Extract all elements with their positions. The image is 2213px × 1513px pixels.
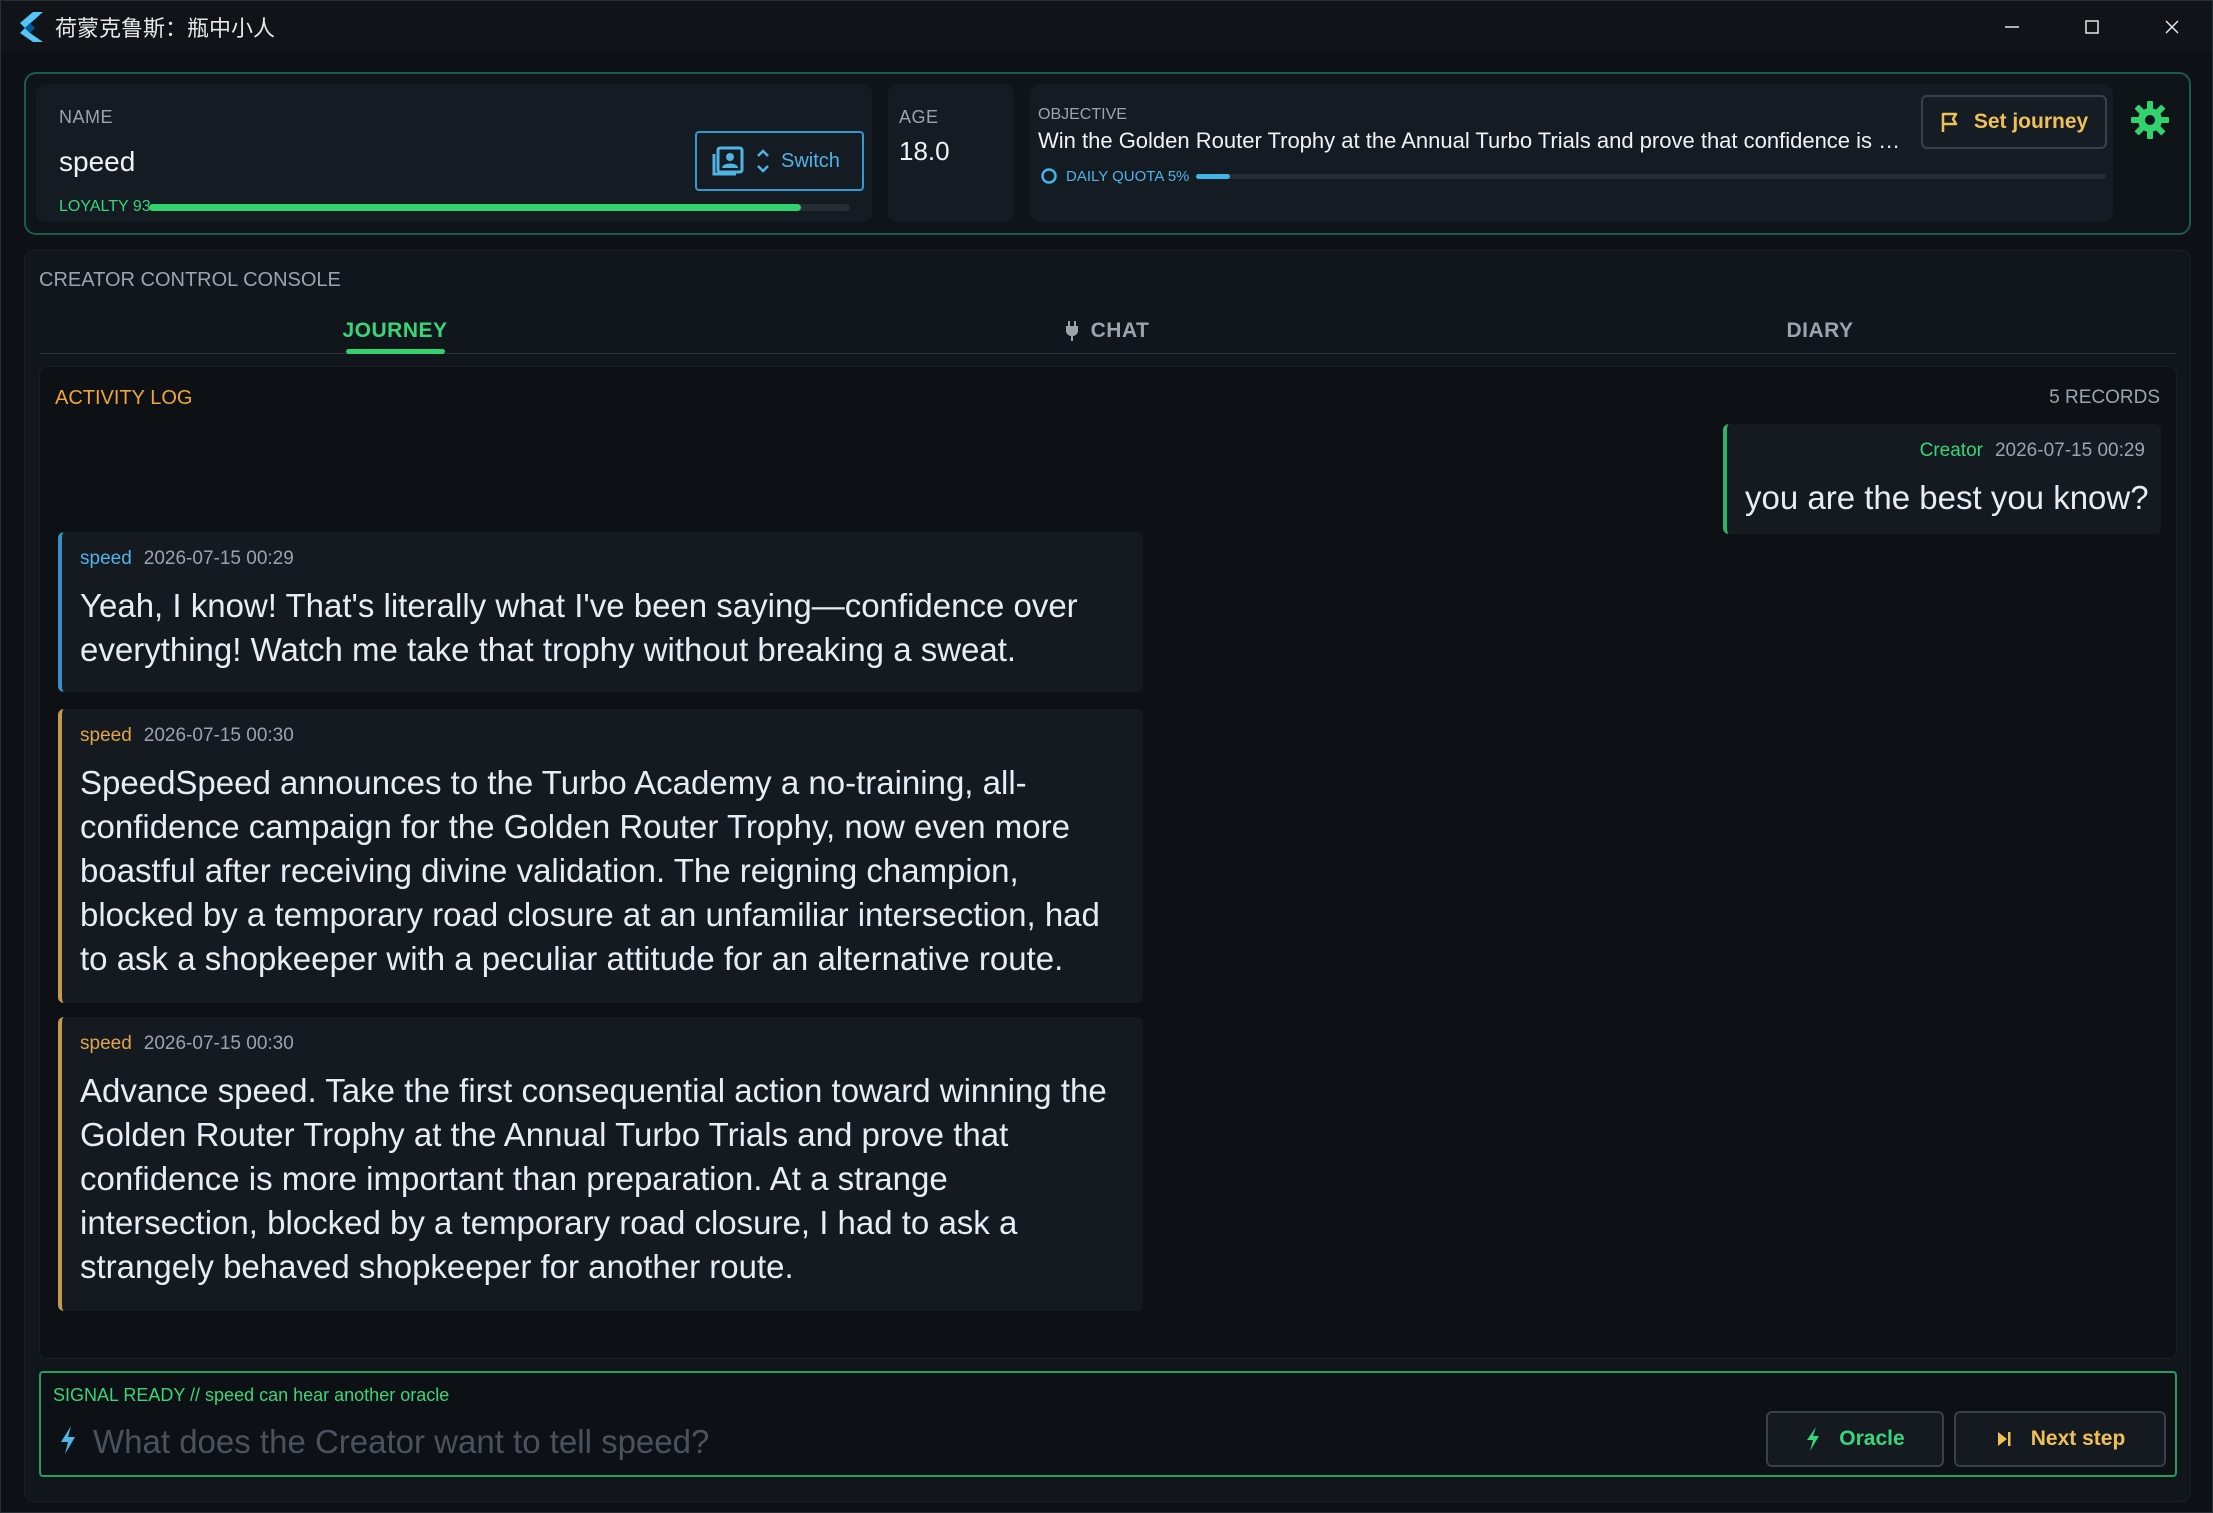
window-title: 荷蒙克鲁斯：瓶中小人 bbox=[55, 17, 276, 42]
tab-diary-label: DIARY bbox=[1786, 318, 1854, 342]
set-journey-label: Set journey bbox=[1973, 110, 2089, 133]
window-controls bbox=[1972, 1, 2212, 53]
skip-next-icon bbox=[1997, 1432, 2011, 1446]
log-entry-author: speed bbox=[80, 1033, 132, 1054]
age-card: AGE 18.0 bbox=[888, 84, 1014, 222]
switch-label: Switch bbox=[781, 149, 840, 172]
set-journey-button[interactable]: Set journey bbox=[1921, 95, 2107, 149]
active-tab-indicator bbox=[346, 349, 445, 354]
log-entry-meta: speed 2026-07-15 00:30 bbox=[80, 725, 294, 747]
next-step-label: Next step bbox=[2030, 1427, 2126, 1450]
status-panel: NAME speed Switch LOYALTY 93 AGE 18.0 OB… bbox=[24, 72, 2191, 235]
loyalty-label: LOYALTY 93 bbox=[59, 198, 151, 215]
console-title: CREATOR CONTROL CONSOLE bbox=[39, 269, 341, 291]
plug-icon bbox=[1065, 320, 1078, 341]
loyalty-bar-fill bbox=[149, 204, 801, 211]
tab-journey-label: JOURNEY bbox=[342, 318, 448, 342]
log-entry-author: speed bbox=[80, 725, 132, 746]
settings-gear-icon[interactable] bbox=[2128, 98, 2172, 142]
name-card: NAME speed Switch LOYALTY 93 bbox=[36, 84, 872, 222]
log-entry-time: 2026-07-15 00:29 bbox=[1994, 440, 2145, 461]
log-entry-time: 2026-07-15 00:29 bbox=[143, 548, 294, 569]
tab-chat-label: CHAT bbox=[1090, 318, 1150, 342]
daily-quota-bar bbox=[1196, 174, 2106, 179]
activity-log-title: ACTIVITY LOG bbox=[55, 387, 193, 409]
unfold-icon bbox=[757, 149, 769, 173]
objective-label: OBJECTIVE bbox=[1038, 106, 1127, 123]
activity-log: ACTIVITY LOG 5 RECORDS Creator 2026-07-15… bbox=[39, 366, 2177, 1359]
minimize-button[interactable] bbox=[1972, 1, 2052, 53]
daily-quota-label: DAILY QUOTA 5% bbox=[1066, 168, 1190, 185]
log-entry-time: 2026-07-15 00:30 bbox=[143, 725, 294, 746]
minimize-icon bbox=[2005, 26, 2019, 28]
creator-console: CREATOR CONTROL CONSOLE JOURNEY CHAT DIA… bbox=[24, 250, 2191, 1502]
name-label: NAME bbox=[59, 107, 114, 127]
age-label: AGE bbox=[899, 107, 939, 127]
tab-bar: JOURNEY CHAT DIARY bbox=[39, 307, 2177, 354]
tab-chat[interactable]: CHAT bbox=[751, 307, 1463, 354]
next-step-button[interactable]: Next step bbox=[1954, 1411, 2166, 1467]
log-entry-creator: Creator 2026-07-15 00:29 you are the best… bbox=[1723, 424, 2161, 534]
close-icon bbox=[2165, 20, 2179, 34]
log-entry-text: Advance speed. Take the first consequent… bbox=[80, 1072, 1107, 1285]
bolt-icon bbox=[1807, 1427, 1820, 1451]
contact-book-icon bbox=[712, 146, 744, 176]
record-count: 5 RECORDS bbox=[2049, 387, 2160, 408]
log-entry-speed-reply: speed 2026-07-15 00:29 Yeah, I know! That… bbox=[58, 532, 1143, 692]
oracle-input-panel: SIGNAL READY // speed can hear another o… bbox=[39, 1371, 2177, 1477]
signal-status: SIGNAL READY // speed can hear another o… bbox=[53, 1385, 450, 1405]
app-window: 荷蒙克鲁斯：瓶中小人 NAME speed Switch LOYALTY 93 … bbox=[0, 0, 2213, 1513]
log-entry-meta: Creator 2026-07-15 00:29 bbox=[1920, 440, 2145, 462]
log-entry-time: 2026-07-15 00:30 bbox=[143, 1033, 294, 1054]
oracle-button[interactable]: Oracle bbox=[1766, 1411, 1944, 1467]
flag-icon bbox=[1941, 112, 1958, 132]
daily-quota-bar-fill bbox=[1196, 174, 1231, 179]
maximize-icon bbox=[2085, 20, 2099, 34]
bolt-icon bbox=[61, 1426, 75, 1454]
title-bar: 荷蒙克鲁斯：瓶中小人 bbox=[1, 1, 2212, 53]
homunculus-name: speed bbox=[59, 146, 136, 177]
progress-ring-icon bbox=[1041, 168, 1057, 184]
loyalty-bar bbox=[149, 204, 850, 211]
log-entry-meta: speed 2026-07-15 00:30 bbox=[80, 1033, 294, 1055]
close-button[interactable] bbox=[2132, 1, 2212, 53]
log-entry-text: you are the best you know? bbox=[1745, 479, 2149, 516]
log-entry-author: speed bbox=[80, 548, 132, 569]
log-entry-text: SpeedSpeed announces to the Turbo Academ… bbox=[80, 764, 1100, 977]
switch-button[interactable]: Switch bbox=[695, 131, 864, 191]
log-entry-text: Yeah, I know! That's literally what I've… bbox=[80, 587, 1078, 668]
app-logo-icon bbox=[20, 12, 43, 42]
tab-journey[interactable]: JOURNEY bbox=[39, 307, 751, 354]
age-value: 18.0 bbox=[899, 136, 950, 166]
objective-card: OBJECTIVE Win the Golden Router Trophy a… bbox=[1030, 84, 2113, 222]
log-entry-meta: speed 2026-07-15 00:29 bbox=[80, 548, 294, 570]
log-entry-speed-advance: speed 2026-07-15 00:30 Advance speed. Tak… bbox=[58, 1017, 1143, 1311]
objective-text: Win the Golden Router Trophy at the Annu… bbox=[1038, 128, 1908, 153]
log-entry-author: Creator bbox=[1919, 440, 1983, 461]
maximize-button[interactable] bbox=[2052, 1, 2132, 53]
log-entry-speed-event: speed 2026-07-15 00:30 SpeedSpeed announc… bbox=[58, 709, 1143, 1003]
oracle-label: Oracle bbox=[1839, 1427, 1905, 1450]
oracle-message-input[interactable] bbox=[93, 1421, 1393, 1463]
tab-diary[interactable]: DIARY bbox=[1463, 307, 2177, 354]
